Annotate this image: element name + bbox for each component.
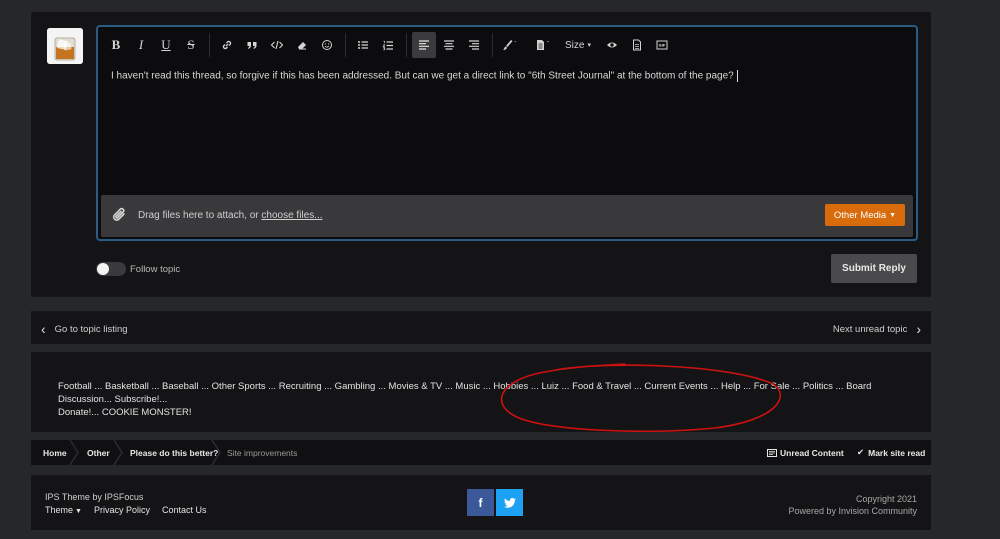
contact-us-link[interactable]: Contact Us bbox=[162, 505, 207, 515]
toolbar-divider bbox=[345, 33, 346, 57]
quote-icon[interactable] bbox=[240, 32, 264, 58]
next-label: Next unread topic bbox=[832, 323, 908, 335]
bulleted-list-icon[interactable] bbox=[351, 32, 375, 58]
footer-links: Theme ▼ Privacy Policy Contact Us bbox=[45, 505, 207, 515]
text-caret bbox=[736, 70, 738, 82]
breadcrumb-home[interactable]: Home bbox=[43, 440, 67, 465]
gif-icon[interactable]: GIF bbox=[650, 32, 674, 58]
paperclip-icon bbox=[110, 205, 130, 230]
twitter-icon[interactable] bbox=[496, 489, 523, 516]
font-size-label: Size bbox=[565, 39, 585, 51]
copyright-text: Copyright 2021 bbox=[855, 494, 917, 504]
theme-credit[interactable]: IPS Theme by IPSFocus bbox=[45, 492, 143, 502]
copyright-block: Copyright 2021 Powered by Invision Commu… bbox=[788, 493, 917, 517]
theme-label: Theme bbox=[45, 505, 74, 515]
paintbrush-icon[interactable] bbox=[498, 32, 522, 58]
emoji-icon[interactable] bbox=[315, 32, 339, 58]
breadcrumb-current: Site improvements bbox=[227, 447, 298, 458]
reply-panel: B I U S Size ▾ GIF I haven't read this t… bbox=[31, 12, 931, 297]
follow-topic-toggle[interactable] bbox=[96, 262, 126, 276]
mark-site-read-link[interactable]: ✔ Mark site read bbox=[857, 440, 925, 465]
privacy-policy-link[interactable]: Privacy Policy bbox=[94, 505, 150, 515]
newspaper-icon bbox=[767, 448, 777, 457]
numbered-list-icon[interactable] bbox=[376, 32, 400, 58]
align-left-icon[interactable] bbox=[412, 32, 436, 58]
chevron-down-icon: ▾ bbox=[587, 42, 591, 49]
document-format-icon[interactable] bbox=[531, 32, 555, 58]
bold-button[interactable]: B bbox=[104, 32, 128, 58]
theme-selector[interactable]: Theme ▼ bbox=[45, 505, 82, 515]
rich-text-editor[interactable]: B I U S Size ▾ GIF I haven't read this t… bbox=[96, 25, 918, 241]
svg-text:GIF: GIF bbox=[659, 43, 666, 47]
align-center-icon[interactable] bbox=[437, 32, 461, 58]
powered-by-link[interactable]: Powered by Invision Community bbox=[788, 505, 917, 517]
breadcrumb-please-do-this-better[interactable]: Please do this better? bbox=[130, 440, 218, 465]
site-footer: IPS Theme by IPSFocus Theme ▼ Privacy Pol… bbox=[31, 475, 931, 530]
forum-links[interactable]: Football ... Basketball ... Baseball ...… bbox=[58, 380, 908, 419]
font-size-dropdown[interactable]: Size ▾ bbox=[560, 32, 596, 58]
twitter-bird-icon bbox=[503, 497, 516, 508]
breadcrumb: Home Other Please do this better? Site i… bbox=[31, 440, 931, 465]
chevron-left-icon: ‹ bbox=[41, 321, 46, 337]
breadcrumb-separator-icon bbox=[69, 440, 79, 465]
caret-down-icon: ▼ bbox=[889, 211, 897, 219]
editor-content-text: I haven't read this thread, so forgive i… bbox=[111, 70, 734, 82]
align-right-icon[interactable] bbox=[462, 32, 486, 58]
attach-instructions: Drag files here to attach, or choose fil… bbox=[138, 210, 323, 221]
attach-prefix: Drag files here to attach, or bbox=[138, 210, 262, 221]
go-to-topic-listing-link[interactable]: ‹ Go to topic listing bbox=[41, 321, 128, 337]
avatar[interactable] bbox=[47, 28, 83, 64]
checkmark-icon: ✔ bbox=[857, 447, 865, 457]
toolbar-divider bbox=[492, 33, 493, 57]
forum-links-panel: Football ... Basketball ... Baseball ...… bbox=[31, 352, 931, 432]
eraser-icon[interactable] bbox=[290, 32, 314, 58]
forum-links-line-2[interactable]: Donate!... COOKIE MONSTER! bbox=[58, 406, 908, 419]
source-document-icon[interactable] bbox=[625, 32, 649, 58]
unread-content-link[interactable]: Unread Content bbox=[767, 440, 844, 465]
preview-eye-icon[interactable] bbox=[600, 32, 624, 58]
next-unread-topic-link[interactable]: Next unread topic › bbox=[833, 321, 921, 337]
toolbar-divider bbox=[209, 33, 210, 57]
italic-button[interactable]: I bbox=[129, 32, 153, 58]
link-icon[interactable] bbox=[215, 32, 239, 58]
choose-files-link[interactable]: choose files... bbox=[261, 210, 322, 221]
facebook-icon[interactable]: f bbox=[467, 489, 494, 516]
code-icon[interactable] bbox=[265, 32, 289, 58]
editor-content[interactable]: I haven't read this thread, so forgive i… bbox=[111, 70, 738, 82]
toolbar-divider bbox=[406, 33, 407, 57]
breadcrumb-other[interactable]: Other bbox=[87, 440, 110, 465]
breadcrumb-separator-icon bbox=[113, 440, 123, 465]
prev-label: Go to topic listing bbox=[54, 323, 128, 335]
caret-down-icon: ▼ bbox=[75, 508, 82, 515]
editor-toolbar: B I U S Size ▾ GIF bbox=[98, 27, 916, 63]
chevron-right-icon: › bbox=[916, 321, 921, 337]
strikethrough-button[interactable]: S bbox=[179, 32, 203, 58]
submit-reply-button[interactable]: Submit Reply bbox=[831, 254, 917, 283]
attachment-dropzone[interactable]: Drag files here to attach, or choose fil… bbox=[101, 195, 913, 237]
underline-button[interactable]: U bbox=[154, 32, 178, 58]
other-media-button[interactable]: Other Media ▼ bbox=[825, 204, 905, 226]
unread-content-label: Unread Content bbox=[780, 447, 844, 458]
topic-navigation: ‹ Go to topic listing Next unread topic … bbox=[31, 311, 931, 344]
whiskey-glass-avatar-image bbox=[47, 28, 83, 64]
other-media-label: Other Media bbox=[833, 209, 887, 221]
mark-site-read-label: Mark site read bbox=[868, 447, 926, 458]
social-links: f bbox=[467, 489, 523, 516]
forum-links-line-1[interactable]: Football ... Basketball ... Baseball ...… bbox=[58, 380, 908, 406]
breadcrumb-separator-icon bbox=[211, 440, 221, 465]
follow-topic-label: Follow topic bbox=[130, 264, 181, 275]
